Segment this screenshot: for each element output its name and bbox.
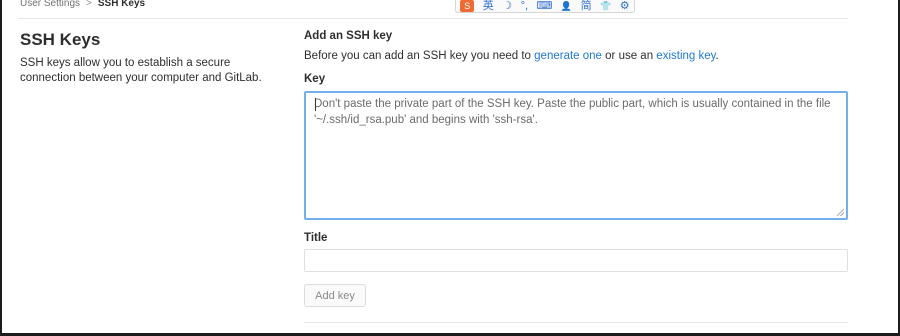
bottom-divider: [304, 322, 848, 323]
key-textarea[interactable]: Don't paste the private part of the SSH …: [304, 91, 848, 220]
window-frame-left: [0, 0, 2, 336]
intro-text: Before you can add an SSH key you need t…: [304, 50, 719, 62]
section-title: Add an SSH key: [304, 30, 393, 42]
punctuation-icon[interactable]: °,: [521, 0, 528, 12]
skin-icon[interactable]: 👕: [600, 0, 611, 12]
intro-suffix: .: [715, 50, 719, 62]
key-label: Key: [304, 73, 326, 85]
english-mode-icon[interactable]: 英: [483, 0, 494, 12]
page-description: SSH keys allow you to establish a secure…: [20, 57, 262, 84]
title-label: Title: [304, 232, 328, 244]
key-placeholder: Don't paste the private part of the SSH …: [314, 98, 831, 126]
text-caret: [315, 98, 316, 111]
breadcrumb-current: SSH Keys: [97, 0, 146, 9]
add-key-button[interactable]: Add key: [304, 284, 366, 307]
keyboard-icon[interactable]: ⌨: [537, 0, 553, 12]
title-input[interactable]: [304, 249, 848, 272]
intro-prefix: Before you can add an SSH key you need t…: [304, 50, 535, 62]
settings-gear-icon[interactable]: ⚙: [620, 0, 630, 12]
breadcrumb-separator: >: [86, 0, 92, 9]
top-divider: [18, 18, 848, 19]
user-icon[interactable]: 👤: [561, 0, 572, 12]
existing-key-link[interactable]: existing key: [656, 50, 715, 62]
page-title: SSH Keys: [20, 30, 101, 49]
breadcrumb: User Settings > SSH Keys: [20, 0, 145, 12]
ime-toolbar: S 英 ☽ °, ⌨ 👤 简 👕 ⚙: [455, 0, 635, 13]
sogou-logo-icon[interactable]: S: [460, 0, 475, 12]
intro-middle: or use an: [601, 50, 657, 62]
simplified-chinese-icon[interactable]: 简: [581, 0, 592, 12]
moon-icon[interactable]: ☽: [502, 0, 512, 12]
breadcrumb-user-settings-link[interactable]: User Settings: [20, 0, 80, 9]
resize-grip-icon[interactable]: [837, 209, 844, 216]
generate-one-link[interactable]: generate one: [534, 50, 602, 62]
